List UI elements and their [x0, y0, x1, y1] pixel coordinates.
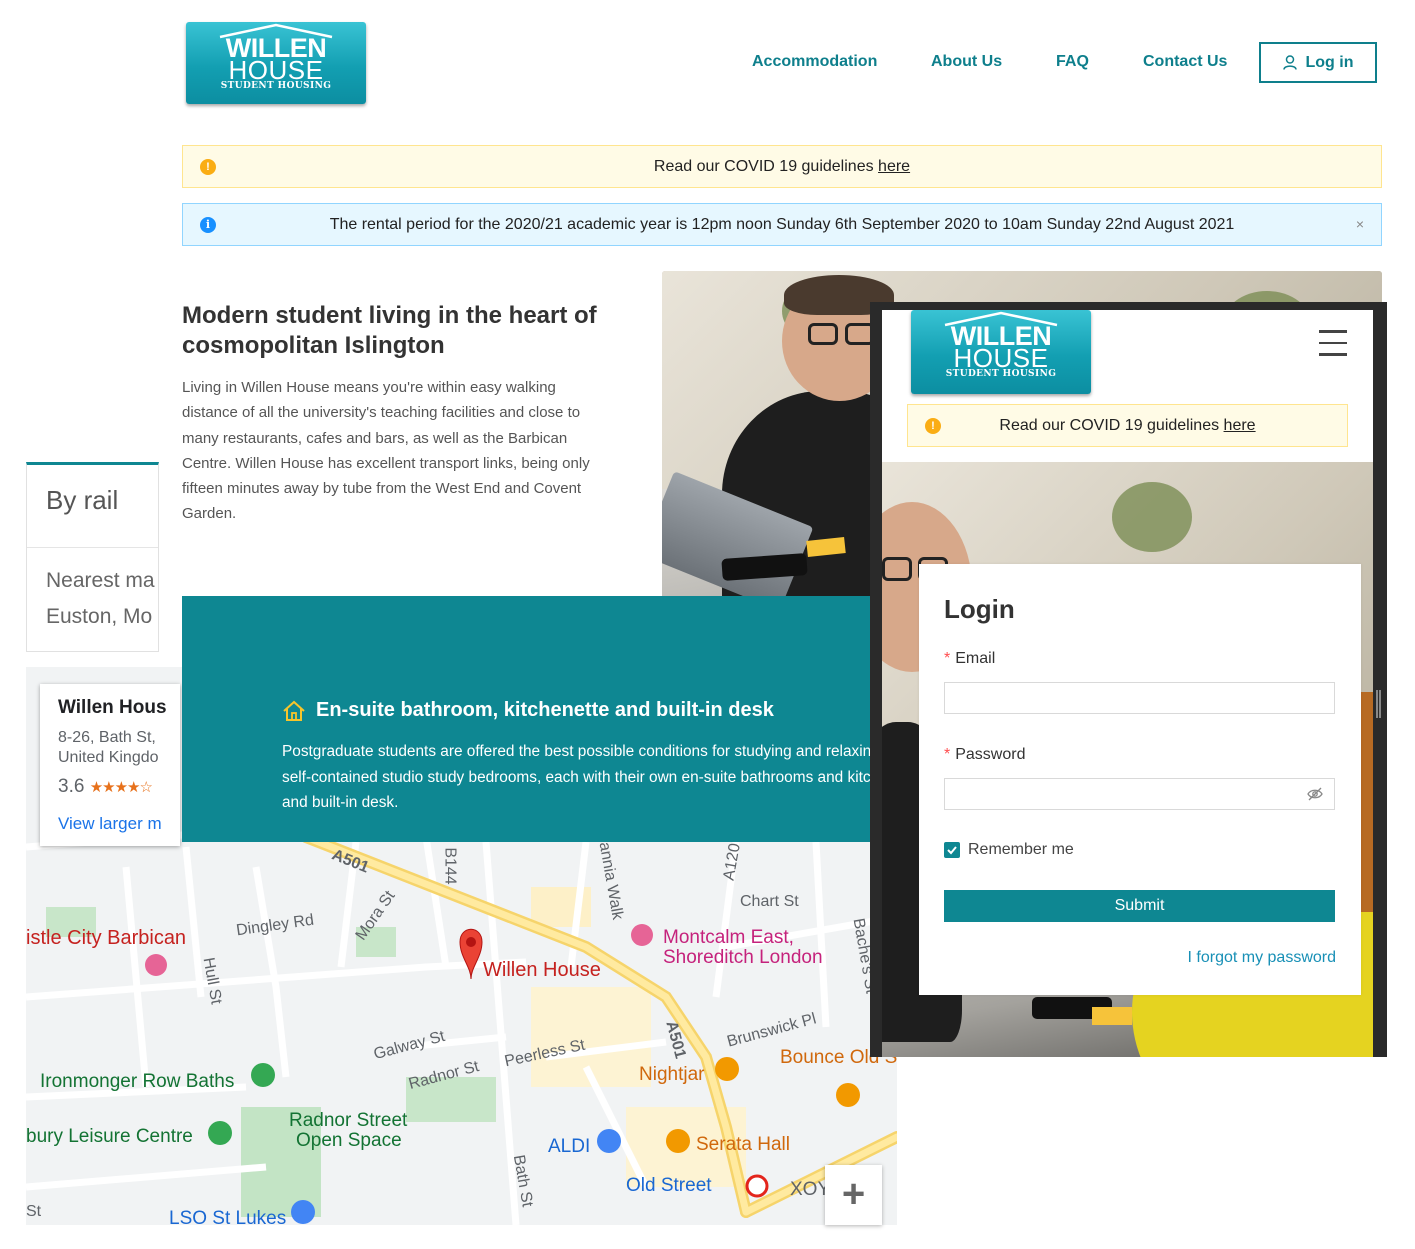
- view-larger-map-link[interactable]: View larger m: [58, 814, 162, 834]
- login-button-label: Log in: [1305, 53, 1354, 71]
- email-label: * Email: [944, 650, 996, 667]
- forgot-password-link[interactable]: I forgot my password: [1188, 949, 1337, 967]
- map-place-card: Willen Hous 8-26, Bath St, United Kingdo…: [40, 684, 180, 846]
- rental-alert: i The rental period for the 2020/21 acad…: [182, 203, 1382, 246]
- map-label-chart: Chart St: [740, 893, 799, 910]
- mobile-viewport: WILLEN HOUSE STUDENT HOUSING ! Read our …: [882, 310, 1373, 1057]
- star-rating-icon: ★★★★☆: [89, 779, 153, 796]
- mobile-covid-guidelines-link[interactable]: here: [1224, 417, 1256, 435]
- map-label-nightjar: Nightjar: [639, 1064, 705, 1085]
- hamburger-menu-icon[interactable]: [1319, 330, 1347, 356]
- map-label-lso: LSO St Lukes: [169, 1208, 287, 1225]
- map-label-ironmonger: Ironmonger Row Baths: [40, 1071, 235, 1092]
- mobile-logo[interactable]: WILLEN HOUSE STUDENT HOUSING: [911, 310, 1091, 394]
- mobile-covid-alert-text: Read our COVID 19 guidelines: [999, 416, 1220, 434]
- map-label-radnor-space-1: Radnor Street: [289, 1110, 408, 1131]
- map-label-willen: Willen House: [483, 959, 601, 981]
- resize-handle[interactable]: [1376, 690, 1381, 718]
- check-icon: [947, 846, 957, 855]
- feature-panel: En-suite bathroom, kitchenette and built…: [182, 596, 872, 842]
- map-place-rating: 3.6 ★★★★☆: [58, 776, 153, 798]
- submit-button[interactable]: Submit: [944, 890, 1335, 922]
- eye-invisible-icon[interactable]: [1307, 787, 1323, 801]
- map-label-old-street: Old Street: [626, 1175, 712, 1196]
- hero-body: Living in Willen House means you're with…: [182, 379, 590, 523]
- logo-line-2: HOUSE: [228, 55, 324, 85]
- nav-faq[interactable]: FAQ: [1056, 53, 1089, 71]
- rental-alert-text: The rental period for the 2020/21 academ…: [329, 215, 1235, 233]
- home-icon: [283, 700, 305, 721]
- map-label-radnor-space-2: Open Space: [296, 1130, 402, 1151]
- by-rail-heading: By rail: [46, 485, 119, 515]
- feature-body: Postgraduate students are offered the be…: [282, 743, 872, 812]
- map-label-serata: Serata Hall: [696, 1134, 790, 1155]
- mobile-logo-line-2: HOUSE: [953, 343, 1049, 373]
- mobile-covid-alert: ! Read our COVID 19 guidelines here: [907, 404, 1348, 447]
- map-pin-willen: [459, 928, 483, 980]
- map-place-title: Willen Hous: [58, 697, 167, 718]
- by-rail-line-1: Nearest ma: [46, 569, 155, 592]
- by-rail-card: By rail Nearest ma Euston, Mo: [26, 462, 159, 652]
- mobile-logo-line-3: STUDENT HOUSING: [945, 369, 1057, 379]
- email-field[interactable]: [944, 682, 1335, 714]
- map-zoom-in-button[interactable]: +: [825, 1165, 882, 1225]
- hero-title: Modern student living in the heart of co…: [182, 302, 597, 359]
- logo-line-3: STUDENT HOUSING: [220, 81, 332, 91]
- map-label-b144: B144: [441, 847, 459, 885]
- map-label-st: St: [26, 1203, 42, 1220]
- warning-icon: !: [200, 158, 216, 175]
- remember-me-label[interactable]: Remember me: [968, 841, 1074, 859]
- map-place-address-2: United Kingdo: [58, 749, 159, 766]
- password-label-text: Password: [955, 746, 1026, 763]
- info-icon: i: [200, 216, 216, 233]
- by-rail-line-2: Euston, Mo: [46, 605, 153, 628]
- feature-title: En-suite bathroom, kitchenette and built…: [316, 699, 774, 721]
- email-label-text: Email: [955, 650, 996, 667]
- covid-guidelines-link[interactable]: here: [878, 158, 910, 176]
- remember-me-checkbox[interactable]: [944, 842, 960, 858]
- nav-about-us[interactable]: About Us: [931, 53, 1002, 71]
- map-label-leisure: bury Leisure Centre: [26, 1126, 193, 1147]
- map-label-montcalm-2: Shoreditch London: [663, 947, 823, 968]
- mobile-preview: WILLEN HOUSE STUDENT HOUSING ! Read our …: [870, 302, 1387, 1057]
- password-field[interactable]: [944, 778, 1335, 810]
- nav-contact-us[interactable]: Contact Us: [1143, 53, 1227, 71]
- warning-icon: !: [925, 417, 941, 434]
- map-label-barbican: istle City Barbican: [26, 927, 187, 949]
- map-label-aldi: ALDI: [548, 1136, 591, 1157]
- site-logo[interactable]: WILLEN HOUSE STUDENT HOUSING: [186, 22, 366, 104]
- map-place-address-1: 8-26, Bath St,: [58, 729, 156, 746]
- close-icon[interactable]: ×: [1356, 216, 1364, 232]
- feature-heading: En-suite bathroom, kitchenette and built…: [282, 699, 774, 722]
- map-rating-value: 3.6: [58, 776, 85, 797]
- covid-alert-text: Read our COVID 19 guidelines: [653, 157, 874, 175]
- password-label: * Password: [944, 746, 1026, 763]
- login-title: Login: [944, 594, 1015, 624]
- map-label-montcalm-1: Montcalm East,: [663, 927, 794, 948]
- user-icon: [1282, 55, 1297, 70]
- nav-accommodation[interactable]: Accommodation: [752, 53, 877, 71]
- login-button[interactable]: Log in: [1259, 42, 1377, 83]
- covid-alert: ! Read our COVID 19 guidelines here: [182, 145, 1382, 188]
- login-form: Login * Email * Password Remember me Submi…: [919, 564, 1361, 995]
